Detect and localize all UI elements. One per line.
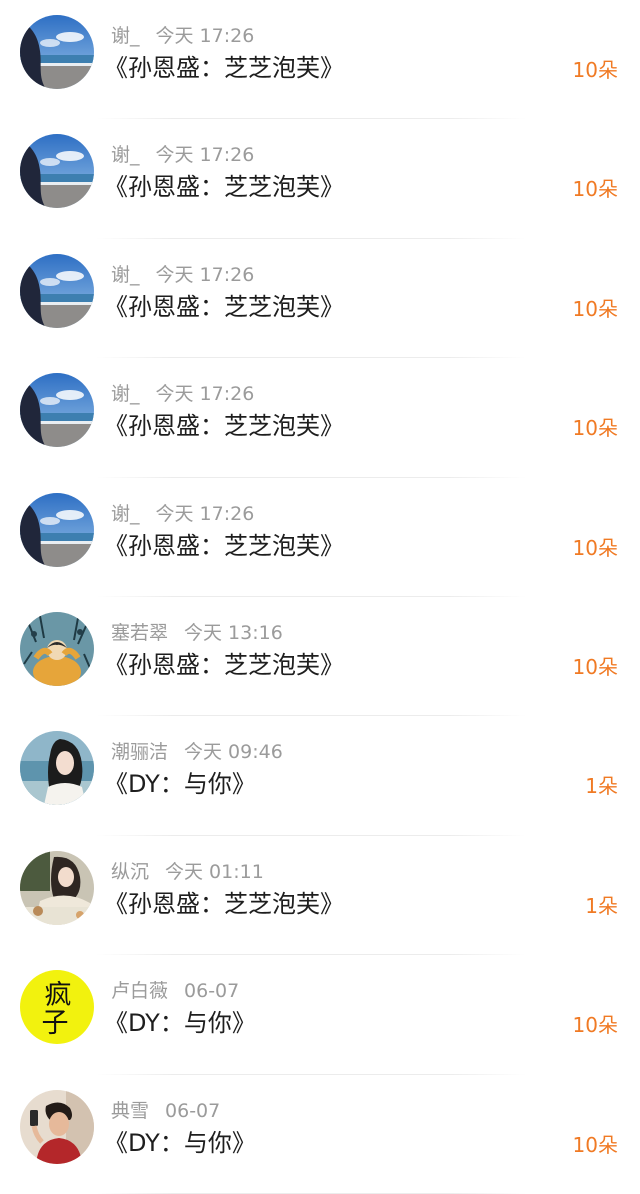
flower-count: 10朵 bbox=[572, 654, 618, 679]
avatar[interactable] bbox=[20, 134, 94, 209]
list-item[interactable]: 谢_ 今天 17:26 《孙恩盛：芝芝泡芙》 10朵 bbox=[0, 0, 640, 120]
username[interactable]: 谢_ bbox=[111, 503, 140, 525]
username[interactable]: 潮骊洁 bbox=[111, 741, 168, 763]
timestamp: 今天 01:11 bbox=[165, 860, 264, 883]
beach-icon bbox=[20, 253, 94, 328]
avatar[interactable] bbox=[20, 731, 94, 806]
item-meta: 谢_ 今天 17:26 bbox=[111, 261, 254, 289]
item-meta: 潮骊洁 今天 09:46 bbox=[111, 738, 283, 766]
seaside-girl-icon bbox=[20, 731, 94, 806]
beach-icon bbox=[20, 134, 94, 209]
timestamp: 06-07 bbox=[184, 980, 240, 1003]
avatar[interactable] bbox=[20, 15, 94, 89]
avatar[interactable] bbox=[20, 850, 94, 925]
username[interactable]: 谢_ bbox=[111, 383, 140, 405]
username[interactable]: 谢_ bbox=[111, 264, 140, 286]
flower-count: 10朵 bbox=[572, 177, 618, 202]
avatar[interactable] bbox=[20, 253, 94, 328]
item-meta: 谢_ 今天 17:26 bbox=[111, 141, 254, 169]
item-meta: 谢_ 今天 17:26 bbox=[111, 22, 254, 50]
beach-icon bbox=[20, 492, 94, 567]
table-girl-icon bbox=[20, 850, 94, 925]
item-meta: 纵沉 今天 01:11 bbox=[111, 858, 264, 886]
timestamp: 今天 17:26 bbox=[155, 502, 255, 525]
beach-icon bbox=[20, 373, 94, 448]
list-item[interactable]: 谢_ 今天 17:26 《孙恩盛：芝芝泡芙》 10朵 bbox=[0, 239, 640, 359]
item-title: 《孙恩盛：芝芝泡芙》 bbox=[104, 650, 344, 679]
avatar[interactable] bbox=[20, 611, 94, 686]
timestamp: 今天 17:26 bbox=[155, 263, 255, 286]
item-meta: 塞若翠 今天 13:16 bbox=[111, 619, 283, 647]
flower-count: 1朵 bbox=[585, 893, 618, 918]
item-meta: 卢白薇 06-07 bbox=[111, 977, 239, 1005]
list-item[interactable]: 谢_ 今天 17:26 《孙恩盛：芝芝泡芙》 10朵 bbox=[0, 119, 640, 239]
item-meta: 谢_ 今天 17:26 bbox=[111, 500, 254, 528]
username[interactable]: 塞若翠 bbox=[111, 622, 168, 644]
username[interactable]: 卢白薇 bbox=[111, 980, 168, 1002]
flower-count: 10朵 bbox=[572, 416, 618, 441]
list-item[interactable]: 谢_ 今天 17:26 《孙恩盛：芝芝泡芙》 10朵 bbox=[0, 478, 640, 597]
svg-text:疯: 疯 bbox=[45, 980, 72, 1011]
item-meta: 谢_ 今天 17:26 bbox=[111, 380, 254, 408]
username[interactable]: 谢_ bbox=[111, 144, 140, 166]
list-item[interactable]: 纵沉 今天 01:11 《孙恩盛：芝芝泡芙》 1朵 bbox=[0, 836, 640, 956]
item-title: 《DY：与你》 bbox=[104, 1009, 256, 1038]
avatar[interactable]: 疯子 bbox=[20, 970, 94, 1045]
svg-text:子: 子 bbox=[42, 1008, 69, 1039]
item-title: 《孙恩盛：芝芝泡芙》 bbox=[104, 292, 344, 321]
item-title: 《孙恩盛：芝芝泡芙》 bbox=[104, 889, 344, 918]
item-meta: 典雪 06-07 bbox=[111, 1097, 220, 1125]
timestamp: 06-07 bbox=[165, 1099, 221, 1122]
list-item[interactable]: 谢_ 今天 17:26 《孙恩盛：芝芝泡芙》 10朵 bbox=[0, 358, 640, 478]
flower-count: 10朵 bbox=[572, 1132, 618, 1157]
item-title: 《孙恩盛：芝芝泡芙》 bbox=[104, 173, 344, 202]
gift-list: 谢_ 今天 17:26 《孙恩盛：芝芝泡芙》 10朵 谢_ 今天 17:26 《孙恩盛：芝芝… bbox=[0, 0, 640, 1194]
item-title: 《孙恩盛：芝芝泡芙》 bbox=[104, 412, 344, 441]
list-item[interactable]: 疯子卢白薇 06-07 《DY：与你》 10朵 bbox=[0, 955, 640, 1075]
item-title: 《DY：与你》 bbox=[104, 1128, 256, 1157]
item-title: 《孙恩盛：芝芝泡芙》 bbox=[104, 531, 344, 560]
timestamp: 今天 17:26 bbox=[155, 25, 255, 47]
list-item[interactable]: 典雪 06-07 《DY：与你》 10朵 bbox=[0, 1075, 640, 1194]
list-item[interactable]: 塞若翠 今天 13:16 《孙恩盛：芝芝泡芙》 10朵 bbox=[0, 597, 640, 717]
username[interactable]: 典雪 bbox=[111, 1100, 149, 1122]
avatar[interactable] bbox=[20, 1089, 94, 1164]
item-title: 《DY：与你》 bbox=[104, 770, 256, 799]
avatar[interactable] bbox=[20, 492, 94, 567]
flower-count: 10朵 bbox=[572, 58, 618, 82]
username[interactable]: 谢_ bbox=[111, 25, 140, 47]
list-item[interactable]: 潮骊洁 今天 09:46 《DY：与你》 1朵 bbox=[0, 716, 640, 836]
yellow-text-icon: 疯子 bbox=[20, 970, 94, 1045]
item-title: 《孙恩盛：芝芝泡芙》 bbox=[104, 54, 344, 82]
username[interactable]: 纵沉 bbox=[111, 861, 149, 883]
flower-count: 1朵 bbox=[585, 774, 618, 799]
flower-count: 10朵 bbox=[572, 1013, 618, 1038]
timestamp: 今天 17:26 bbox=[155, 383, 255, 406]
boy-selfie-icon bbox=[20, 1089, 94, 1164]
avatar[interactable] bbox=[20, 373, 94, 448]
beach-icon bbox=[20, 15, 94, 89]
flower-count: 10朵 bbox=[572, 296, 618, 321]
timestamp: 今天 17:26 bbox=[155, 144, 255, 167]
timestamp: 今天 09:46 bbox=[184, 741, 283, 764]
timestamp: 今天 13:16 bbox=[184, 621, 283, 644]
flower-count: 10朵 bbox=[572, 535, 618, 560]
illustration-icon bbox=[20, 611, 94, 686]
